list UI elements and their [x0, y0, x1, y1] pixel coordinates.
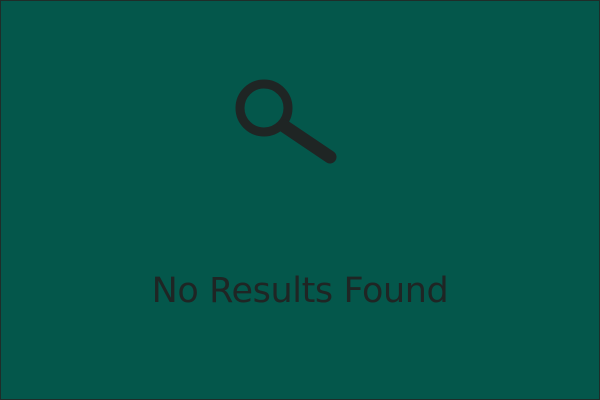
no-results-message: No Results Found — [151, 271, 449, 311]
empty-state-screen: No Results Found — [0, 0, 600, 400]
search-icon — [235, 79, 337, 164]
